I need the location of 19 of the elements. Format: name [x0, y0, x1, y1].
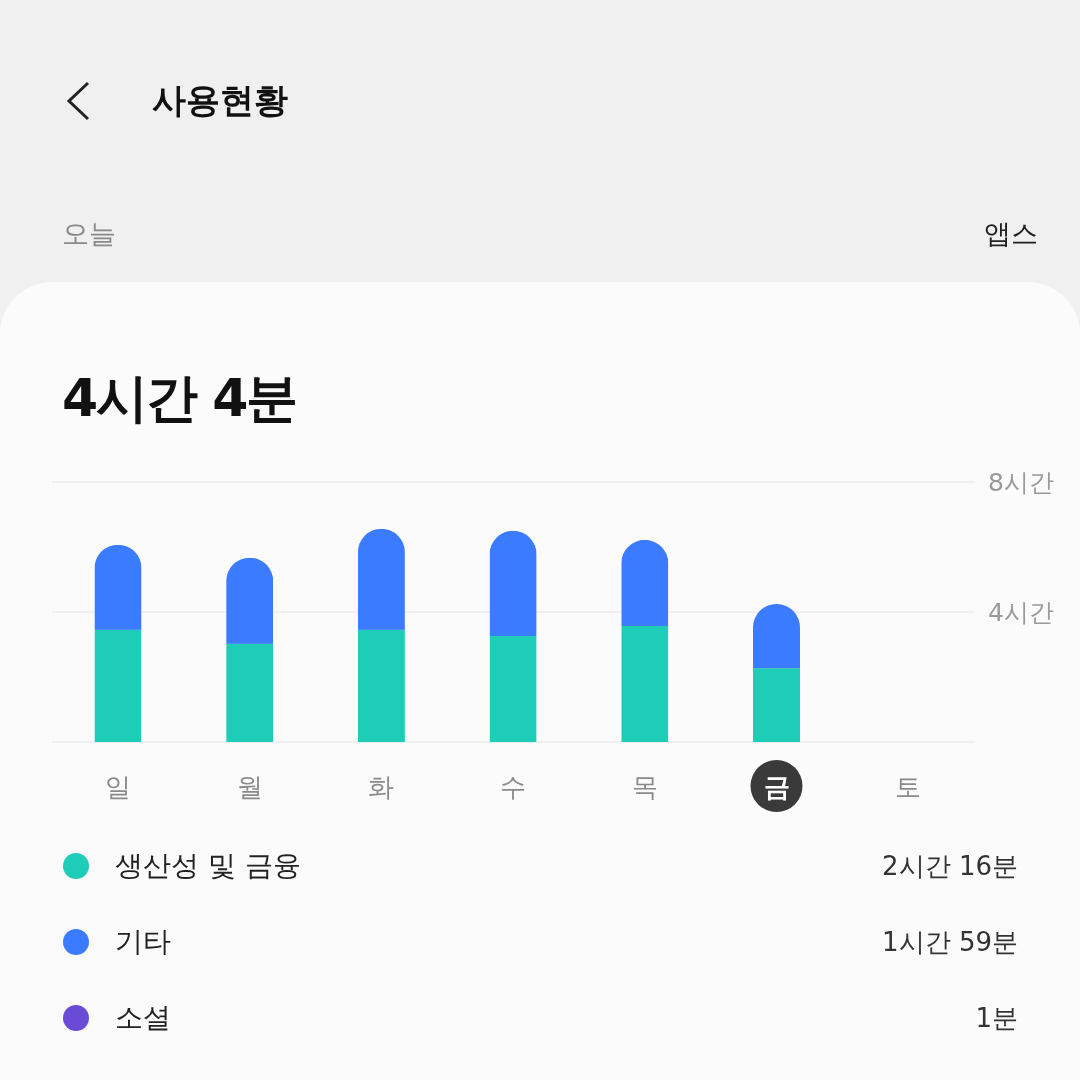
y-axis-label: 8시간 [988, 468, 1054, 497]
day-label[interactable]: 목 [631, 772, 658, 802]
day-label[interactable]: 토 [895, 772, 922, 802]
category-time: 1시간 59분 [882, 925, 1018, 959]
day-label[interactable]: 월 [236, 772, 263, 802]
page-title: 사용현황 [152, 79, 288, 122]
category-name: 생산성 및 금융 [115, 848, 302, 884]
day-label[interactable]: 수 [500, 772, 527, 802]
day-label[interactable]: 일 [105, 772, 131, 802]
y-axis-label: 4시간 [988, 598, 1054, 627]
view-toggle[interactable]: 앱스 [984, 216, 1038, 252]
category-name: 기타 [115, 924, 172, 960]
period-label[interactable]: 오늘 [62, 216, 116, 252]
category-time: 1분 [975, 1001, 1018, 1035]
total-time: 4시간 4분 [61, 367, 298, 430]
day-label[interactable]: 금 [763, 772, 790, 802]
category-name: 소셜 [115, 1000, 172, 1036]
category-time: 2시간 16분 [882, 849, 1018, 883]
day-label[interactable]: 화 [368, 772, 395, 802]
